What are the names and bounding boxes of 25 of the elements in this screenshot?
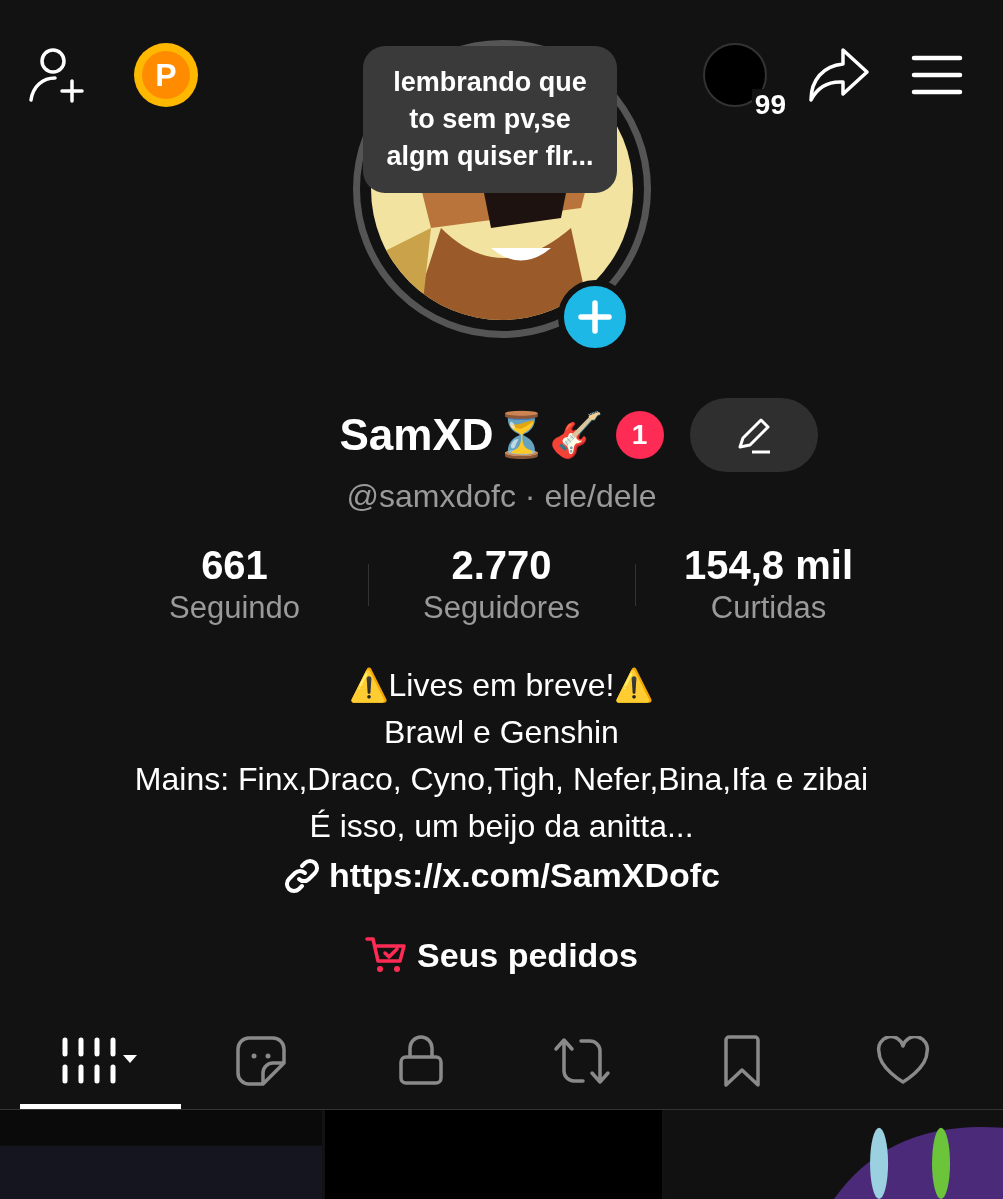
- menu-icon[interactable]: [911, 55, 963, 95]
- bio-line: Brawl e Genshin: [384, 713, 619, 752]
- orders-button[interactable]: Seus pedidos: [364, 935, 639, 975]
- stat-value: 154,8 mil: [684, 543, 853, 588]
- lock-icon: [398, 1033, 445, 1088]
- bio-line: ⚠Lives em breve!⚠: [348, 666, 655, 705]
- grid-icon: [61, 1036, 140, 1085]
- stat-label: Seguidores: [423, 590, 580, 626]
- sticker-icon: [234, 1034, 287, 1087]
- cart-icon: [364, 935, 407, 975]
- share-icon[interactable]: [807, 46, 871, 104]
- stat-value: 661: [201, 543, 268, 588]
- status-tooltip: lembrando que to sem pv,se algm quiser flr...: [363, 46, 617, 193]
- link-icon: [282, 856, 321, 895]
- notification-badge: 1: [615, 411, 664, 459]
- bio-line: É isso, um beijo da anitta...: [309, 807, 694, 846]
- stat-label: Seguindo: [169, 590, 300, 626]
- stat-value: 2.770: [451, 543, 552, 588]
- heart-icon: [874, 1035, 931, 1086]
- profile-name: SamXD⏳🎸: [339, 409, 604, 461]
- profile-handle: @samxdofc · ele/dele: [345, 478, 658, 515]
- stat-label: Curtidas: [710, 590, 827, 626]
- profile-link[interactable]: https://x.com/SamXDofc: [282, 856, 721, 895]
- bio-line: Mains: Finx,Draco, Cyno,Tigh, Nefer,Bina,Ifa e zibai: [134, 760, 869, 799]
- plus-icon: [577, 300, 612, 334]
